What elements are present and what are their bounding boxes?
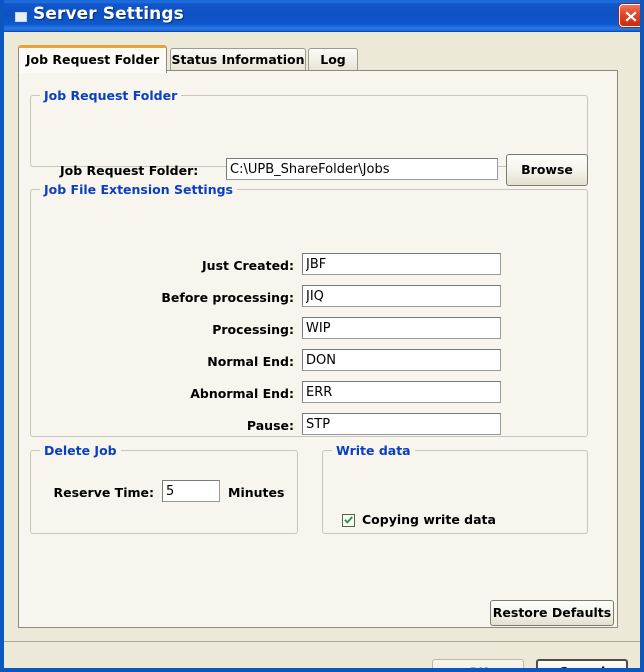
label-just-created: Just Created: — [202, 258, 294, 273]
input-normal-end[interactable] — [302, 349, 501, 371]
label-abnormal-end: Abnormal End: — [190, 386, 294, 401]
active-tab-seam — [19, 70, 166, 71]
dialog-client-area: Job Request Folder Status Information Lo… — [4, 32, 640, 668]
tab-status-information[interactable]: Status Information — [170, 48, 306, 71]
input-pause[interactable] — [302, 413, 501, 435]
label-job-request-folder: Job Request Folder: — [60, 163, 199, 178]
input-abnormal-end[interactable] — [302, 381, 501, 403]
browse-button[interactable]: Browse — [506, 154, 588, 186]
input-processing[interactable] — [302, 317, 501, 339]
input-just-created[interactable] — [302, 253, 501, 275]
tab-job-request-folder[interactable]: Job Request Folder — [18, 45, 167, 73]
label-processing: Processing: — [212, 322, 294, 337]
server-settings-window: Server Settings Job Request Folder Statu… — [0, 0, 644, 672]
group-title-delete-job: Delete Job — [40, 443, 121, 458]
group-job-request-folder: Job Request Folder — [30, 88, 588, 167]
checkbox-checked-icon[interactable] — [342, 514, 355, 527]
group-title-write-data: Write data — [332, 443, 415, 458]
label-normal-end: Normal End: — [207, 354, 294, 369]
close-icon[interactable] — [619, 4, 640, 27]
restore-defaults-button[interactable]: Restore Defaults — [490, 600, 614, 626]
title-bar[interactable]: Server Settings — [4, 0, 640, 32]
label-before-processing: Before processing: — [161, 290, 294, 305]
group-title-job-request-folder: Job Request Folder — [40, 88, 182, 103]
label-reserve-time: Reserve Time: — [53, 485, 154, 500]
label-minutes: Minutes — [228, 485, 285, 500]
checkbox-label-copying-write-data: Copying write data — [362, 512, 496, 527]
input-before-processing[interactable] — [302, 285, 501, 307]
ok-button[interactable]: OK — [432, 659, 524, 668]
tab-log[interactable]: Log — [308, 48, 358, 71]
job-request-folder-input[interactable] — [226, 158, 498, 180]
window-icon — [15, 12, 27, 22]
reserve-time-input[interactable] — [162, 480, 220, 502]
window-title: Server Settings — [33, 4, 184, 24]
tab-strip: Job Request Folder Status Information Lo… — [18, 45, 618, 73]
cancel-button[interactable]: Cancel — [536, 659, 628, 668]
group-title-job-file-extension-settings: Job File Extension Settings — [40, 182, 237, 197]
label-pause: Pause: — [246, 418, 294, 433]
